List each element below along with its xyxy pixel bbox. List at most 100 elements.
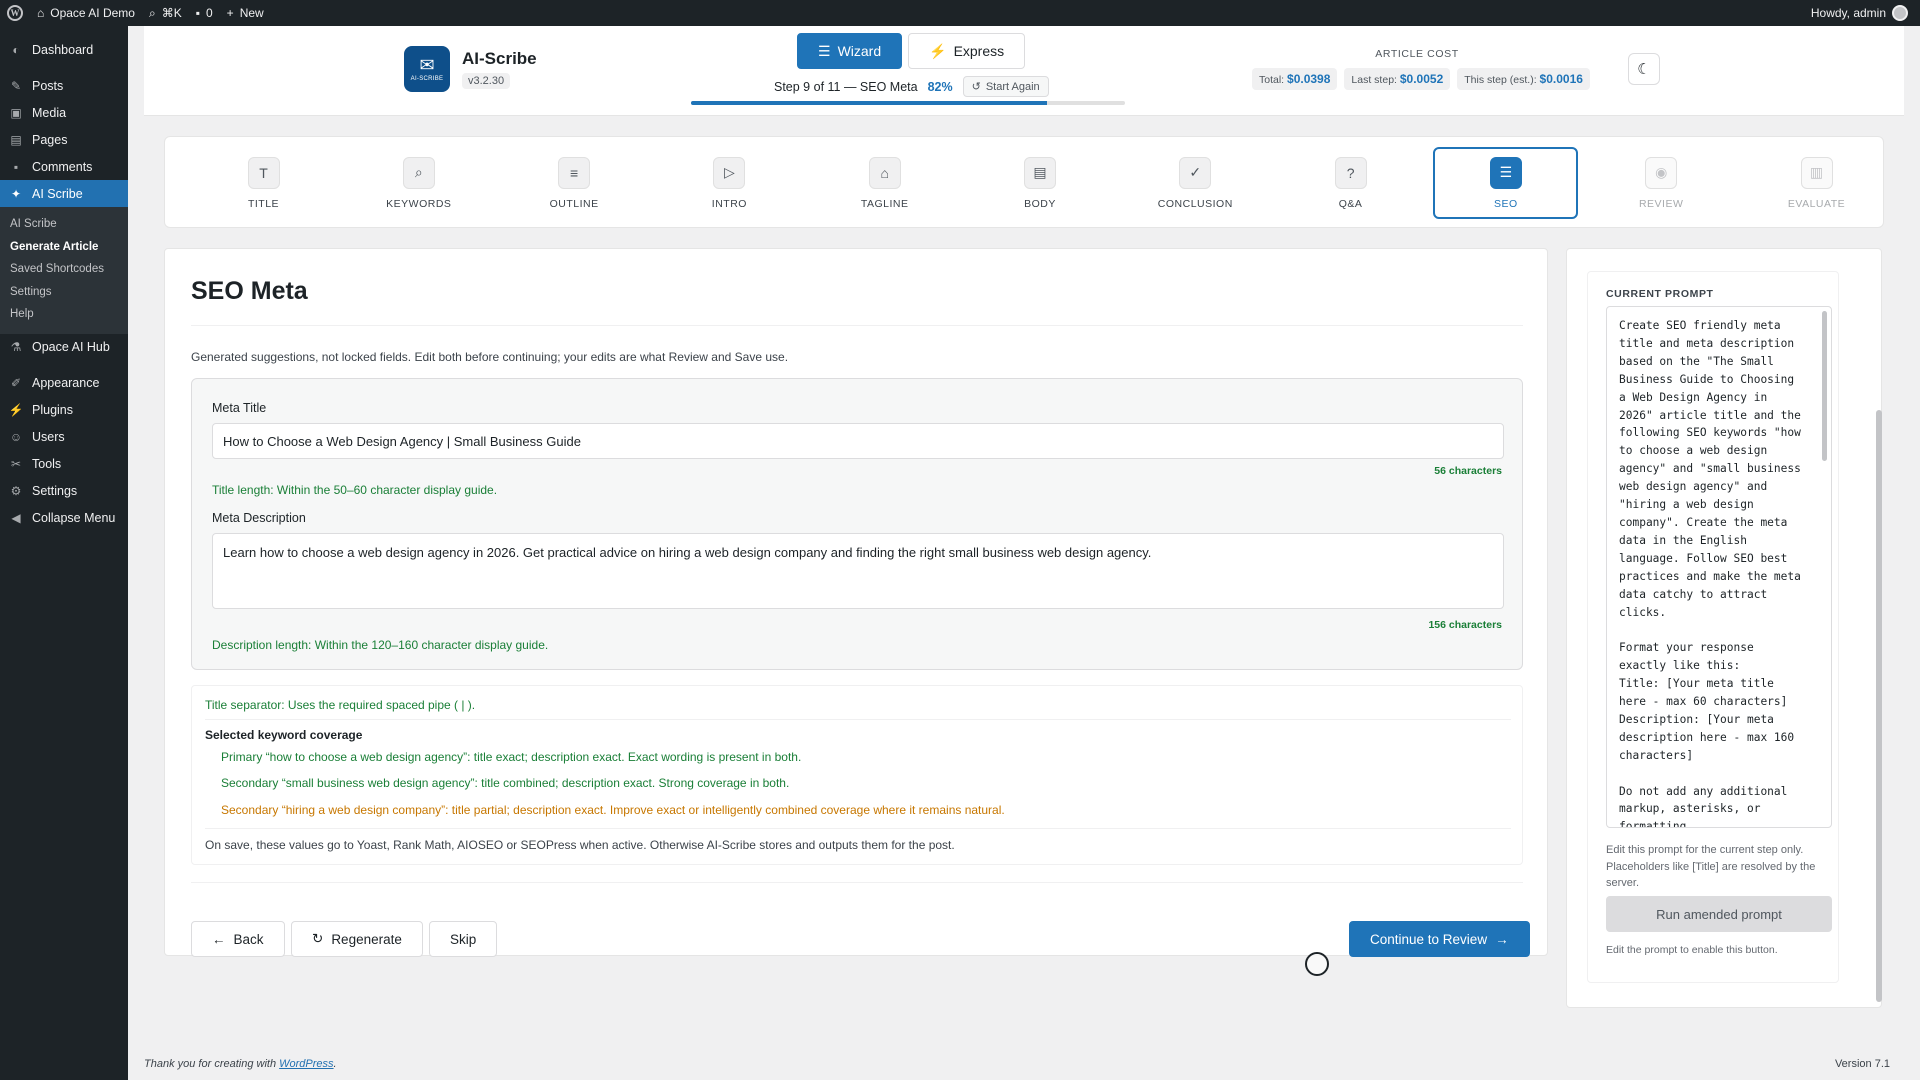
run-label: Run amended prompt bbox=[1656, 906, 1782, 922]
meta-title-check: Title length: Within the 50–60 character… bbox=[212, 483, 498, 497]
cost-last-step: Last step: $0.0052 bbox=[1344, 68, 1451, 90]
step-q-a[interactable]: ? Q&A bbox=[1278, 147, 1423, 219]
sidebar-item-label: Dashboard bbox=[32, 42, 94, 57]
regenerate-button[interactable]: ↻ Regenerate bbox=[291, 921, 423, 957]
wordpress-logo-icon: W bbox=[7, 5, 23, 21]
step-label: Q&A bbox=[1338, 197, 1363, 210]
dark-mode-button[interactable]: ☾ bbox=[1628, 53, 1660, 85]
sidebar-item-label: Tools bbox=[32, 457, 62, 471]
meta-title-input[interactable]: How to Choose a Web Design Agency | Smal… bbox=[212, 423, 1504, 459]
new-label: New bbox=[239, 6, 264, 20]
continue-to-review-button[interactable]: Continue to Review → bbox=[1349, 921, 1530, 957]
wordpress-link[interactable]: WordPress bbox=[279, 1058, 333, 1070]
coverage-heading: Selected keyword coverage bbox=[205, 728, 363, 742]
title-divider bbox=[191, 325, 1523, 326]
admin-bar: W ⌂ Opace AI Demo ⌕ ⌘K ▪ 0 + New Howdy, admi… bbox=[0, 0, 1920, 26]
save-note: On save, these values go to Yoast, Rank … bbox=[205, 838, 955, 852]
submenu-ai-scribe[interactable]: AI Scribe bbox=[0, 213, 128, 236]
back-label: Back bbox=[233, 931, 264, 947]
sidebar-item-collapse-menu[interactable]: ◀ Collapse Menu bbox=[0, 505, 128, 532]
meta-description-textarea[interactable]: Learn how to choose a web design agency … bbox=[212, 533, 1504, 609]
lightning-icon: ⚡ bbox=[929, 42, 947, 59]
seo-checks: Title separator: Uses the required space… bbox=[191, 685, 1523, 865]
start-again-button[interactable]: ↺ Start Again bbox=[962, 76, 1049, 97]
step-tagline[interactable]: ⌂ TAGLINE bbox=[812, 147, 957, 219]
prompt-scrollbar[interactable] bbox=[1822, 311, 1827, 461]
search-icon: ⌕ bbox=[402, 156, 435, 189]
comments-link[interactable]: ▪ 0 bbox=[189, 0, 220, 26]
site-name: Opace AI Demo bbox=[50, 6, 135, 20]
sidebar-item-media[interactable]: ▣ Media bbox=[0, 99, 128, 126]
sidebar-item-label: Pages bbox=[32, 132, 68, 147]
progress-fill bbox=[691, 101, 1047, 105]
sidebar-item-comments[interactable]: ▪ Comments bbox=[0, 153, 128, 180]
seo-meta-card: SEO Meta Generated suggestions, not lock… bbox=[164, 248, 1548, 957]
sidebar-item-label: Comments bbox=[32, 159, 93, 174]
step-review[interactable]: ◉ REVIEW bbox=[1589, 147, 1734, 219]
account-menu[interactable]: Howdy, admin bbox=[1811, 5, 1920, 21]
sidebar-item-appearance[interactable]: ✐ Appearance bbox=[0, 370, 128, 397]
prompt-textarea[interactable]: Create SEO friendly meta title and meta … bbox=[1606, 306, 1832, 828]
step-indicator: Step 9 of 11 — SEO Meta 82% ↺ Start Again bbox=[774, 76, 1049, 97]
sidebar-item-settings[interactable]: ⚙ Settings bbox=[0, 478, 128, 505]
ai-scribe-icon: ✦ bbox=[10, 186, 22, 201]
header-card: ✉ AI-SCRIBE AI-Scribe v3.2.30 ☰ Wizard ⚡ E… bbox=[144, 26, 1904, 116]
sidebar-item-pages[interactable]: ▤ Pages bbox=[0, 126, 128, 153]
submenu-settings[interactable]: Settings bbox=[0, 281, 128, 304]
separator-check: Title separator: Uses the required space… bbox=[205, 698, 476, 712]
arrow-right-icon: → bbox=[1495, 931, 1509, 947]
step-percent: 82% bbox=[927, 79, 953, 94]
intro-text: Generated suggestions, not locked fields… bbox=[191, 350, 789, 364]
step-keywords[interactable]: ⌕ KEYWORDS bbox=[346, 147, 491, 219]
skip-button[interactable]: Skip bbox=[429, 921, 498, 957]
brand: ✉ AI-SCRIBE AI-Scribe v3.2.30 bbox=[404, 46, 537, 92]
back-button[interactable]: ← Back bbox=[191, 921, 285, 957]
step-outline[interactable]: ≡ OUTLINE bbox=[502, 147, 647, 219]
sidebar-item-plugins[interactable]: ⚡ Plugins bbox=[0, 397, 128, 424]
step-label: SEO bbox=[1494, 197, 1518, 210]
wordpress-logo-button[interactable]: W bbox=[0, 0, 30, 26]
submenu-help[interactable]: Help bbox=[0, 303, 128, 326]
sidebar-item-label: Media bbox=[32, 105, 67, 120]
media-icon: ▣ bbox=[10, 105, 22, 120]
express-label: Express bbox=[953, 43, 1005, 59]
step-title[interactable]: T TITLE bbox=[191, 147, 336, 219]
command-search-button[interactable]: ⌕ ⌘K bbox=[142, 0, 189, 26]
step-evaluate[interactable]: ▥ EVALUATE bbox=[1744, 147, 1889, 219]
step-label: INTRO bbox=[711, 197, 747, 210]
wizard-mode-button[interactable]: ☰ Wizard bbox=[797, 33, 903, 69]
submenu-generate-article[interactable]: Generate Article bbox=[0, 236, 128, 259]
step-body[interactable]: ▤ BODY bbox=[968, 147, 1113, 219]
panel-scrollbar[interactable] bbox=[1876, 410, 1882, 1002]
continue-label: Continue to Review bbox=[1370, 931, 1488, 947]
start-again-label: Start Again bbox=[985, 80, 1040, 93]
step-label: EVALUATE bbox=[1787, 197, 1846, 210]
cost-title: ARTICLE COST bbox=[1375, 48, 1459, 60]
sidebar-item-opace-ai-hub[interactable]: ⚗ Opace AI Hub bbox=[0, 334, 128, 361]
prompt-note: Edit the prompt to enable this button. bbox=[1606, 944, 1778, 956]
new-content-button[interactable]: + New bbox=[220, 0, 271, 26]
app-name: AI-Scribe bbox=[462, 49, 537, 68]
main-area: ✉ AI-SCRIBE AI-Scribe v3.2.30 ☰ Wizard ⚡ E… bbox=[128, 26, 1920, 1080]
step-conclusion[interactable]: ✓ CONCLUSION bbox=[1123, 147, 1268, 219]
step-intro[interactable]: ▷ INTRO bbox=[657, 147, 802, 219]
sidebar-item-ai-scribe[interactable]: ✦ AI Scribe bbox=[0, 180, 128, 207]
actions-divider bbox=[191, 882, 1523, 883]
footer-thanks: Thank you for creating with WordPress. bbox=[144, 1058, 337, 1070]
site-name-link[interactable]: ⌂ Opace AI Demo bbox=[30, 0, 142, 26]
coverage-secondary-1: Secondary “small business web design age… bbox=[221, 776, 790, 790]
sidebar-item-dashboard[interactable]: ◐ Dashboard bbox=[0, 36, 128, 63]
meta-description-check: Description length: Within the 120–160 c… bbox=[212, 638, 549, 652]
submenu-saved-shortcodes[interactable]: Saved Shortcodes bbox=[0, 258, 128, 281]
express-mode-button[interactable]: ⚡ Express bbox=[908, 33, 1026, 69]
sidebar-item-posts[interactable]: ✎ Posts bbox=[0, 72, 128, 99]
comments-count: 0 bbox=[205, 6, 213, 20]
run-amended-prompt-button[interactable]: Run amended prompt bbox=[1606, 896, 1832, 932]
sidebar-item-label: AI Scribe bbox=[32, 186, 83, 201]
sidebar-item-users[interactable]: ☺ Users bbox=[0, 424, 128, 451]
play-icon: ▷ bbox=[713, 156, 746, 189]
cost-total: Total: $0.0398 bbox=[1252, 68, 1338, 90]
comment-icon: ▪ bbox=[195, 6, 200, 20]
step-seo[interactable]: ☰ SEO bbox=[1433, 147, 1579, 219]
sidebar-item-tools[interactable]: ✂ Tools bbox=[0, 451, 128, 478]
